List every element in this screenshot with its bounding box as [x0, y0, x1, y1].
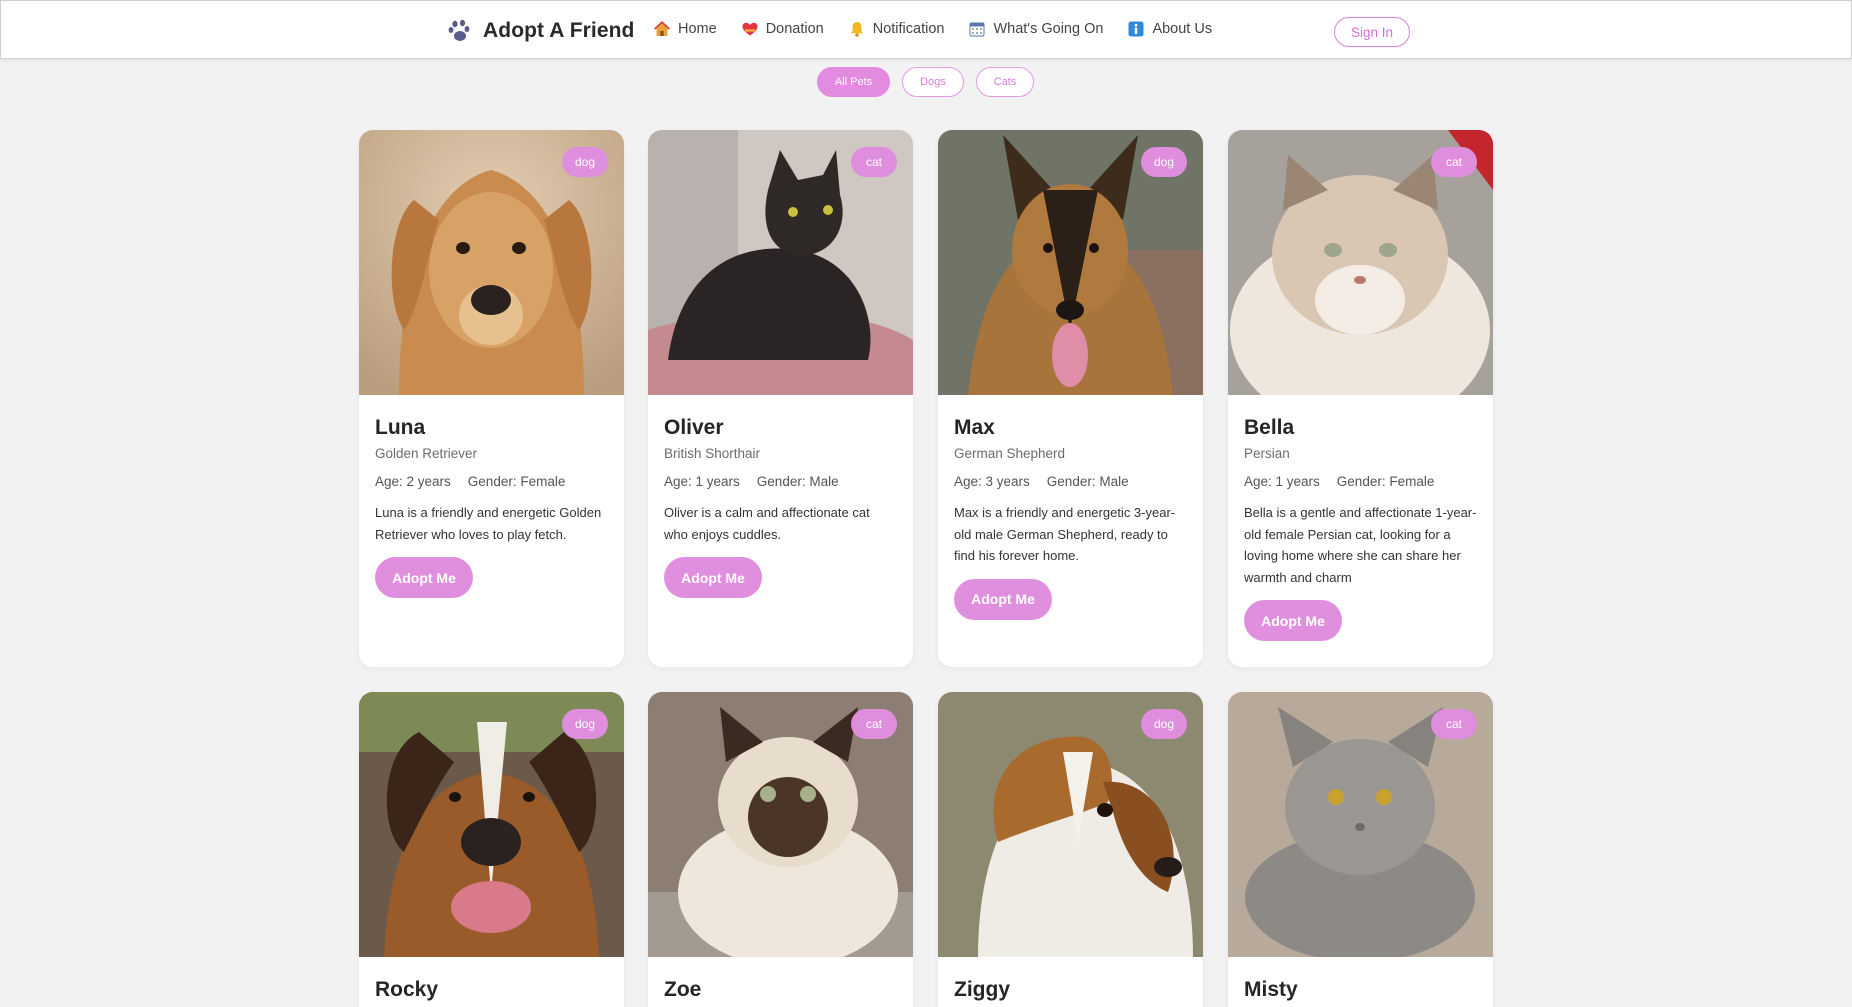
filter-cats[interactable]: Cats — [976, 67, 1034, 97]
pet-name: Bella — [1244, 416, 1295, 439]
calendar-icon — [968, 20, 986, 38]
pet-type-badge: dog — [562, 147, 608, 177]
navbar: Adopt A Friend Home Donation Notificatio… — [0, 0, 1852, 59]
pet-breed: British Shorthair — [664, 446, 761, 461]
nav-whats-going-on-label: What's Going On — [993, 21, 1104, 37]
pet-breed: German Shepherd — [954, 446, 1066, 461]
nav-donation[interactable]: Donation — [741, 20, 824, 38]
nav-home[interactable]: Home — [653, 20, 717, 38]
pet-photo: cat — [1228, 130, 1493, 395]
pet-name: Ziggy — [954, 978, 1010, 1001]
pet-type-badge: cat — [851, 709, 897, 739]
pet-age: Age: 1 years — [664, 474, 740, 489]
pet-age: Age: 3 years — [954, 474, 1030, 489]
brand[interactable]: Adopt A Friend — [447, 18, 635, 44]
nav-home-label: Home — [678, 21, 717, 37]
pet-photo: cat — [1228, 692, 1493, 957]
bell-icon — [848, 20, 866, 38]
adopt-me-button[interactable]: Adopt Me — [664, 557, 762, 598]
pet-type-badge: dog — [562, 709, 608, 739]
pet-card: cat Oliver British Shorthair Age: 1 year… — [648, 130, 913, 667]
pet-photo: dog — [938, 130, 1203, 395]
pet-name: Zoe — [664, 978, 702, 1001]
pet-description: Max is a friendly and energetic 3-year-o… — [954, 505, 1176, 563]
adopt-me-button[interactable]: Adopt Me — [1244, 600, 1342, 641]
pet-photo: dog — [359, 130, 624, 395]
nav-about-us[interactable]: About Us — [1127, 20, 1212, 38]
house-icon — [653, 20, 671, 38]
nav-notification[interactable]: Notification — [848, 20, 945, 38]
pet-photo: cat — [648, 692, 913, 957]
pet-breed: Golden Retriever — [375, 446, 478, 461]
pet-filters: All Pets Dogs Cats — [817, 67, 1046, 97]
pet-card: cat Bella Persian Age: 1 years Gender: Fe… — [1228, 130, 1493, 667]
adopt-me-button[interactable]: Adopt Me — [375, 557, 473, 598]
nav-about-us-label: About Us — [1152, 21, 1213, 37]
pet-type-badge: cat — [851, 147, 897, 177]
pet-breed: Persian — [1244, 446, 1290, 461]
pet-type-badge: dog — [1141, 147, 1187, 177]
pet-name: Max — [954, 416, 995, 439]
paw-icon — [447, 18, 473, 44]
pet-photo: dog — [359, 692, 624, 957]
pet-gender: Gender: Male — [756, 474, 839, 489]
pet-name: Oliver — [664, 416, 724, 439]
pet-gender: Gender: Female — [467, 474, 566, 489]
nav-whats-going-on[interactable]: What's Going On — [968, 20, 1103, 38]
pet-photo: dog — [938, 692, 1203, 957]
pet-card: cat Misty — [1228, 692, 1493, 1007]
filter-dogs[interactable]: Dogs — [902, 67, 964, 97]
pet-card: dog Ziggy — [938, 692, 1203, 1007]
pet-card: dog Rocky — [359, 692, 624, 1007]
pet-type-badge: cat — [1431, 147, 1477, 177]
pet-description: Oliver is a calm and affectionate cat wh… — [664, 505, 870, 542]
heart-icon — [741, 20, 759, 38]
pet-photo: cat — [648, 130, 913, 395]
pet-description: Bella is a gentle and affectionate 1-yea… — [1244, 505, 1477, 585]
brand-title: Adopt A Friend — [483, 19, 635, 42]
pet-gender: Gender: Female — [1336, 474, 1435, 489]
pet-gender: Gender: Male — [1046, 474, 1129, 489]
nav-notification-label: Notification — [872, 21, 945, 37]
pet-type-badge: dog — [1141, 709, 1187, 739]
nav-donation-label: Donation — [765, 21, 824, 37]
pet-name: Rocky — [375, 978, 439, 1001]
pet-type-badge: cat — [1431, 709, 1477, 739]
pet-card: cat Zoe — [648, 692, 913, 1007]
info-icon — [1127, 20, 1145, 38]
main-nav: Home Donation Notification What's Going … — [653, 20, 1236, 38]
pet-name: Misty — [1244, 978, 1298, 1001]
pet-age: Age: 1 years — [1244, 474, 1320, 489]
pet-card: dog Max German Shepherd Age: 3 years Gend… — [938, 130, 1203, 667]
pet-name: Luna — [375, 416, 426, 439]
pet-age: Age: 2 years — [375, 474, 451, 489]
pet-description: Luna is a friendly and energetic Golden … — [375, 505, 602, 542]
pet-card: dog Luna Golden Retriever Age: 2 years Ge… — [359, 130, 624, 667]
sign-in-button[interactable]: Sign In — [1334, 17, 1410, 47]
adopt-me-button[interactable]: Adopt Me — [954, 578, 1052, 620]
filter-all-pets[interactable]: All Pets — [817, 67, 890, 97]
